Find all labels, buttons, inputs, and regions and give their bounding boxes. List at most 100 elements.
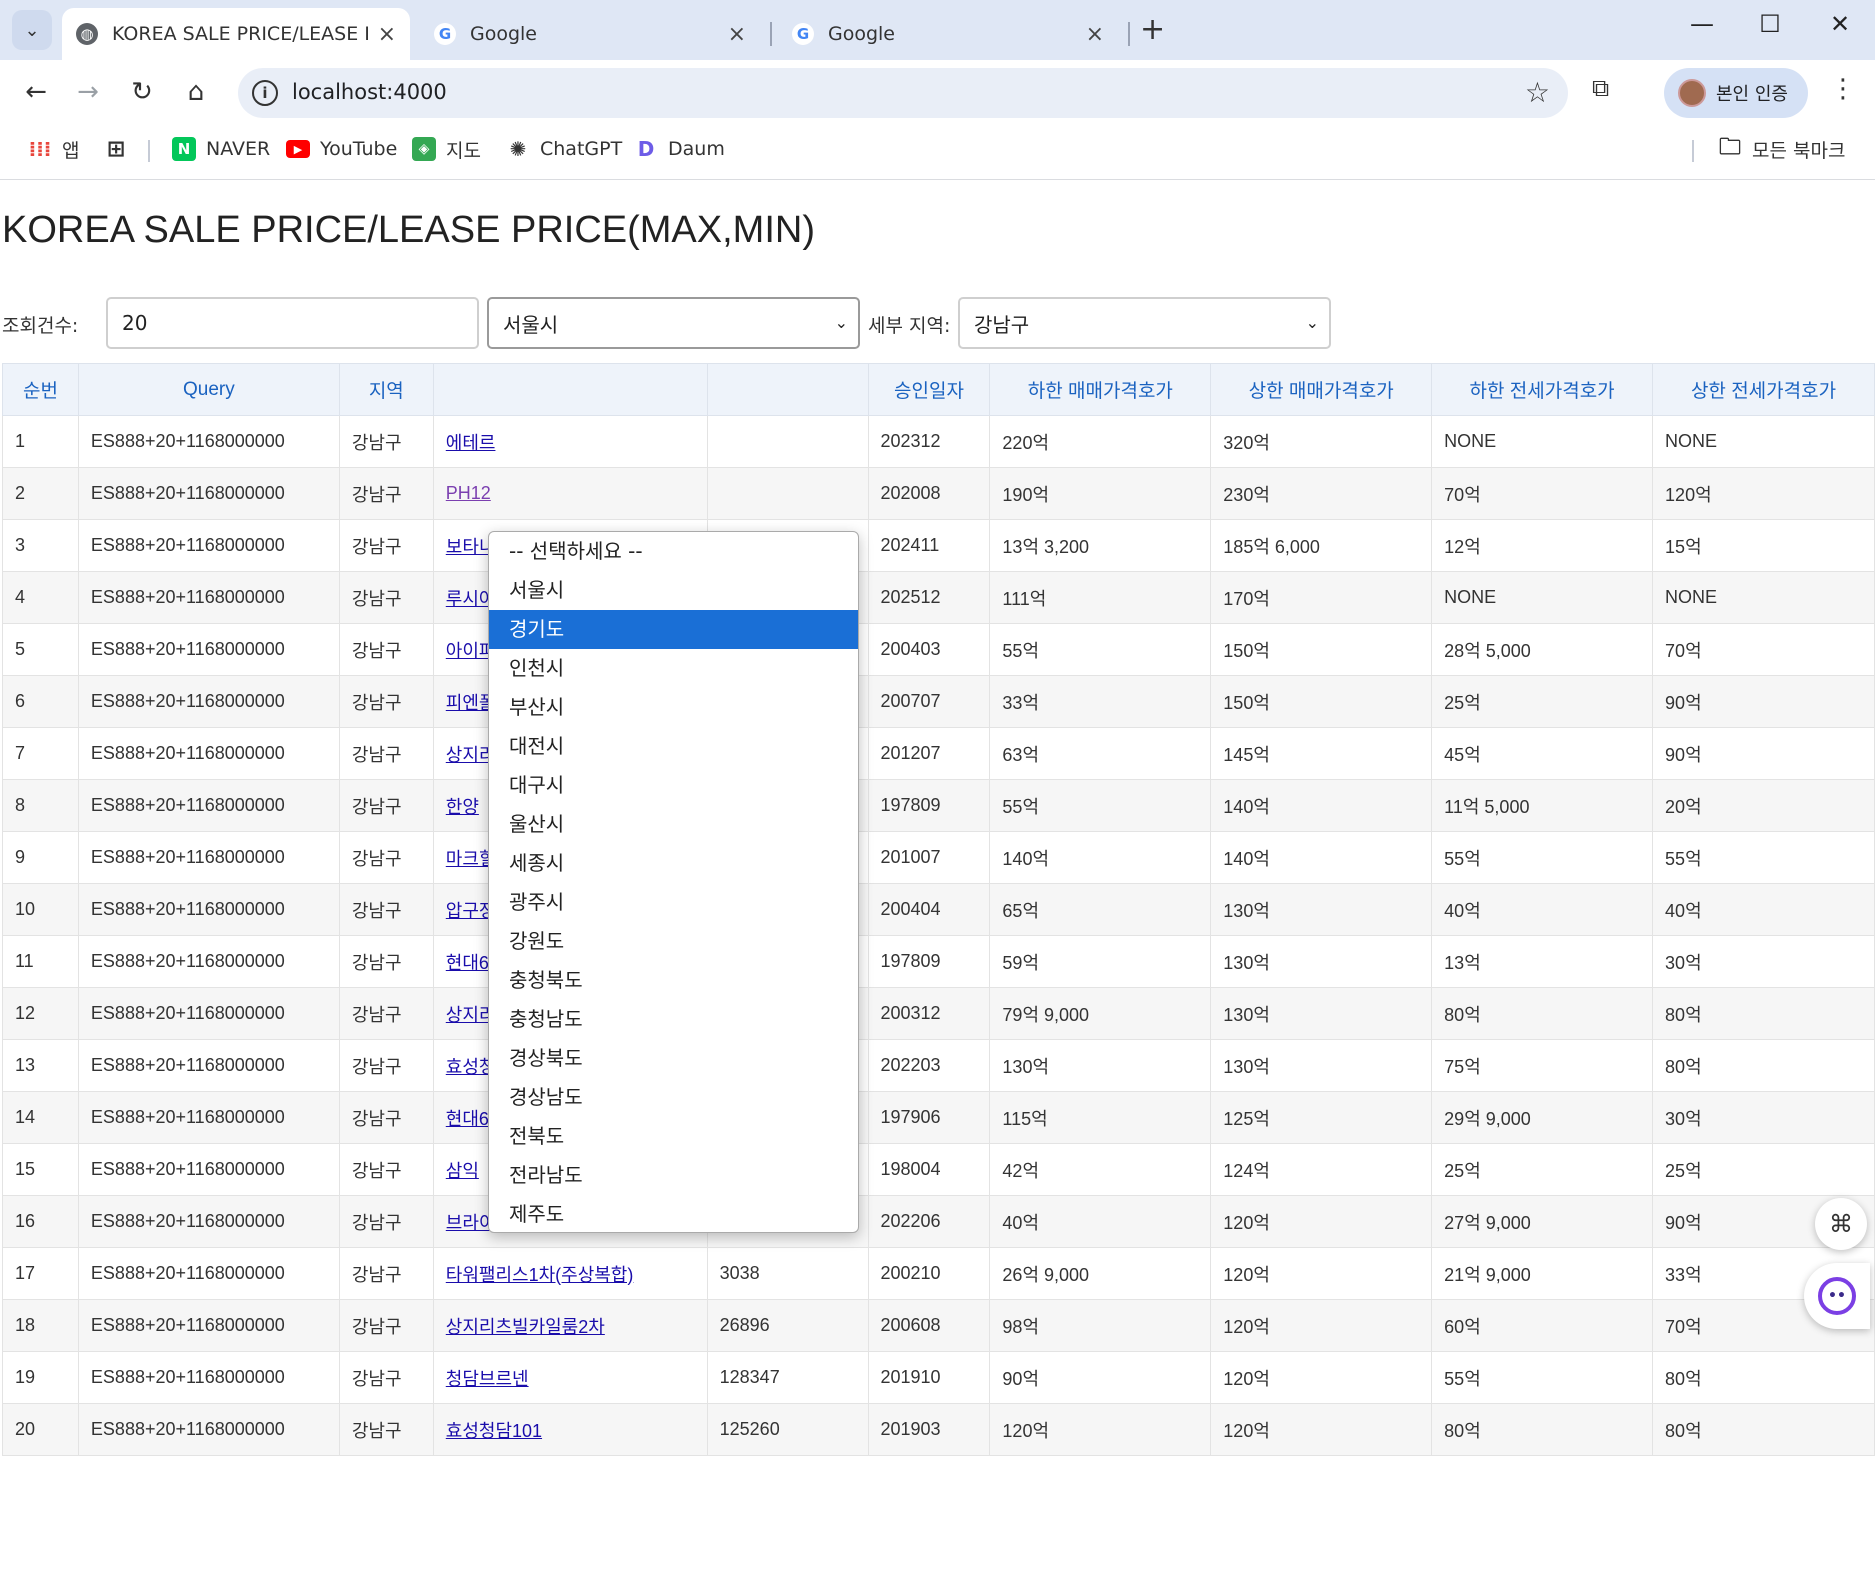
dropdown-option[interactable]: 강원도 xyxy=(489,922,858,961)
table-cell: 33억 xyxy=(989,675,1212,728)
bookmark-label: 모든 북마크 xyxy=(1752,139,1846,162)
bookmark-apps[interactable]: ⁞⁞⁞ 앱 xyxy=(28,134,80,164)
dropdown-option[interactable]: 세종시 xyxy=(489,844,858,883)
table-row: 1 ES888+20+1168000000 강남구 에테르 202312 220억 320억… xyxy=(2,415,1875,468)
window-close-button[interactable]: ✕ xyxy=(1820,10,1860,38)
dropdown-option[interactable]: -- 선택하세요 -- xyxy=(489,532,858,571)
table-cell: 111억 xyxy=(989,571,1212,624)
back-button[interactable]: ← xyxy=(16,72,56,112)
dropdown-option[interactable]: 대구시 xyxy=(489,766,858,805)
table-cell: NONE xyxy=(1652,415,1875,468)
tab-search-button[interactable]: ⌄ xyxy=(12,10,52,50)
all-bookmarks-button[interactable]: 🗀 모든 북마크 xyxy=(1718,134,1845,164)
table-cell: ES888+20+1168000000 xyxy=(77,1299,340,1352)
close-icon[interactable]: × xyxy=(1086,22,1104,47)
maximize-button[interactable]: ☐ xyxy=(1750,10,1790,38)
maps-icon: ◈ xyxy=(412,137,436,161)
table-cell: 26억 9,000 xyxy=(989,1247,1212,1300)
table-cell: 200312 xyxy=(867,987,991,1040)
bookmark-tab-groups[interactable]: ⊞ xyxy=(104,134,138,164)
reload-button[interactable]: ↻ xyxy=(122,72,162,112)
table-row: 11 ES888+20+1168000000 강남구 현대6 197809 59억 130억… xyxy=(2,935,1875,988)
dropdown-option[interactable]: 경기도 xyxy=(489,610,858,649)
dropdown-option[interactable]: 인천시 xyxy=(489,649,858,688)
dropdown-option[interactable]: 서울시 xyxy=(489,571,858,610)
count-input[interactable]: 20 xyxy=(106,297,479,349)
table-cell: 29억 9,000 xyxy=(1431,1091,1654,1144)
subregion-select-value: 강남구 xyxy=(974,312,1030,337)
dropdown-option[interactable]: 광주시 xyxy=(489,883,858,922)
dropdown-option[interactable]: 경상북도 xyxy=(489,1039,858,1078)
table-cell: 202512 xyxy=(867,571,991,624)
table-row: 7 ES888+20+1168000000 강남구 상지리 201207 63억 145억 4… xyxy=(2,727,1875,780)
close-icon[interactable]: × xyxy=(378,22,396,47)
shortcut-grid-button[interactable]: ⌘ xyxy=(1815,1198,1867,1250)
table-row: 13ES888+20+1168000000강남구효성청담101 2차142147… xyxy=(2,1039,1875,1092)
page-title: KOREA SALE PRICE/LEASE PRICE(MAX,MIN) xyxy=(2,209,815,251)
home-button[interactable]: ⌂ xyxy=(176,72,216,112)
apartment-link[interactable]: PH12 xyxy=(432,467,708,520)
table-cell: 55억 xyxy=(989,779,1212,832)
column-header: 하한 전세가격호가 xyxy=(1431,363,1654,416)
close-icon[interactable]: × xyxy=(728,22,746,47)
table-cell: 11억 5,000 xyxy=(1431,779,1654,832)
star-icon[interactable]: ☆ xyxy=(1525,76,1550,109)
table-cell: 70억 xyxy=(1652,623,1875,676)
region-select[interactable]: 서울시 ⌄ xyxy=(487,297,860,349)
assistant-button[interactable]: •• xyxy=(1804,1263,1870,1329)
tab-korea-price[interactable]: ◍ KOREA SALE PRICE/LEASE PRIC × xyxy=(62,8,410,60)
bookmark-youtube[interactable]: ▶ YouTube xyxy=(286,134,397,164)
bookmark-naver[interactable]: N NAVER xyxy=(172,134,270,164)
subregion-select[interactable]: 강남구 ⌄ xyxy=(958,297,1331,349)
dropdown-option[interactable]: 울산시 xyxy=(489,805,858,844)
apartment-link[interactable]: 상지리츠빌카일룸2차 xyxy=(432,1299,708,1352)
apartment-link[interactable]: 효성청담101 xyxy=(432,1403,708,1456)
profile-button[interactable]: 본인 인증 xyxy=(1664,68,1808,118)
dropdown-option[interactable]: 부산시 xyxy=(489,688,858,727)
minimize-button[interactable]: — xyxy=(1682,10,1722,38)
table-cell: 201910 xyxy=(867,1351,991,1404)
apartment-link[interactable]: 에테르 xyxy=(432,415,708,468)
forward-button[interactable]: → xyxy=(68,72,108,112)
dropdown-option[interactable]: 충청북도 xyxy=(489,961,858,1000)
table-cell: 17 xyxy=(2,1247,79,1300)
table-cell: 80억 xyxy=(1431,987,1654,1040)
table-cell: 20 xyxy=(2,1403,79,1456)
extensions-icon[interactable]: ⧉ xyxy=(1592,74,1622,104)
bookmark-label: 앱 xyxy=(62,139,80,162)
new-tab-button[interactable]: + xyxy=(1140,12,1165,47)
table-cell: 4 xyxy=(2,571,79,624)
table-header-row: 순번 Query 지역 승인일자 하한 매매가격호가 상한 매매가격호가 하한 전세가격호가… xyxy=(2,363,1875,416)
info-icon[interactable]: i xyxy=(252,80,278,106)
apartment-link[interactable]: 타워팰리스1차(주상복합) xyxy=(432,1247,708,1300)
table-cell: NONE xyxy=(1652,571,1875,624)
apartment-link[interactable]: 청담브르넨 xyxy=(432,1351,708,1404)
bookmark-label: Daum xyxy=(668,138,725,160)
dropdown-option[interactable]: 제주도 xyxy=(489,1195,858,1232)
table-cell: 201007 xyxy=(867,831,991,884)
address-bar[interactable]: i localhost:4000 ☆ xyxy=(238,68,1568,118)
count-label: 조회건수: xyxy=(2,315,79,337)
table-cell: ES888+20+1168000000 xyxy=(77,727,340,780)
table-row: 2 ES888+20+1168000000 강남구 PH12 202008 190억 230… xyxy=(2,467,1875,520)
tab-google-2[interactable]: G Google × xyxy=(778,8,1118,60)
dropdown-option[interactable]: 대전시 xyxy=(489,727,858,766)
table-cell: 30억 xyxy=(1652,1091,1875,1144)
more-menu-icon[interactable]: ⋮ xyxy=(1830,74,1856,104)
column-header: 승인일자 xyxy=(867,363,991,416)
table-cell: 3 xyxy=(2,519,79,572)
tab-google-1[interactable]: G Google × xyxy=(420,8,760,60)
bookmark-daum[interactable]: D Daum xyxy=(634,134,725,164)
dropdown-option[interactable]: 전북도 xyxy=(489,1117,858,1156)
region-dropdown-list[interactable]: -- 선택하세요 -- 서울시 경기도 인천시 부산시 대전시 대구시 울산시 세종시 광주시 강원… xyxy=(488,531,859,1233)
dropdown-option[interactable]: 충청남도 xyxy=(489,1000,858,1039)
dropdown-option[interactable]: 경상남도 xyxy=(489,1078,858,1117)
table-cell: 강남구 xyxy=(338,623,434,676)
tab-divider xyxy=(770,22,772,46)
bookmark-chatgpt[interactable]: ✺ ChatGPT xyxy=(506,134,623,164)
column-header xyxy=(432,363,708,416)
table-cell: 140억 xyxy=(1210,779,1433,832)
dropdown-option[interactable]: 전라남도 xyxy=(489,1156,858,1195)
table-cell: 40억 xyxy=(1652,883,1875,936)
bookmark-maps[interactable]: ◈ 지도 xyxy=(412,134,481,164)
